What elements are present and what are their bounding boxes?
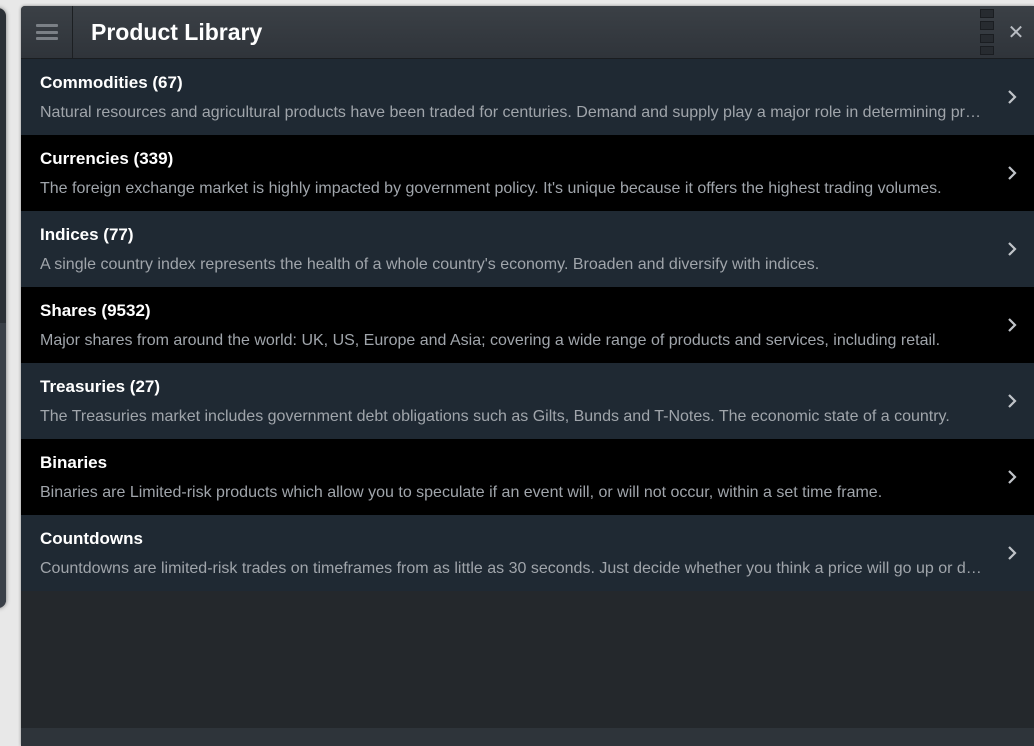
item-title: Binaries: [40, 453, 108, 472]
list-item-shares[interactable]: Shares (9532) Major shares from around t…: [21, 287, 1034, 363]
list-item-binaries[interactable]: Binaries Binaries are Limited-risk produ…: [21, 439, 1034, 515]
item-description: Binaries are Limited-risk products which…: [40, 484, 883, 501]
item-title: Shares (9532): [40, 301, 151, 320]
item-description: Countdowns are limited-risk trades on ti…: [40, 560, 984, 577]
chevron-right-icon: [1004, 391, 1020, 411]
item-description: Major shares from around the world: UK, …: [40, 332, 941, 349]
list-item-countdowns[interactable]: Countdowns Countdowns are limited-risk t…: [21, 515, 1034, 591]
close-icon: ✕: [1007, 21, 1025, 44]
list-item-currencies[interactable]: Currencies (339) The foreign exchange ma…: [21, 135, 1034, 211]
item-title: Commodities (67): [40, 73, 183, 92]
item-title: Currencies (339): [40, 149, 174, 168]
item-description: The Treasuries market includes governmen…: [40, 408, 950, 425]
title-bar: Product Library ✕: [21, 6, 1034, 59]
list-item-indices[interactable]: Indices (77) A single country index repr…: [21, 211, 1034, 287]
product-list: Commodities (67) Natural resources and a…: [21, 59, 1034, 591]
panel-title: Product Library: [91, 18, 263, 45]
chevron-right-icon: [1004, 163, 1020, 183]
background-window-stripe: [0, 323, 6, 608]
item-title: Treasuries (27): [40, 377, 161, 396]
list-item-treasuries[interactable]: Treasuries (27) The Treasuries market in…: [21, 363, 1034, 439]
product-library-panel: Product Library ✕ Commodities (67) Natur…: [21, 6, 1034, 746]
resize-grip-icon[interactable]: [980, 9, 994, 55]
chevron-right-icon: [1004, 239, 1020, 259]
item-title: Indices (77): [40, 225, 134, 244]
chevron-right-icon: [1004, 467, 1020, 487]
close-button[interactable]: ✕: [998, 6, 1034, 58]
list-item-commodities[interactable]: Commodities (67) Natural resources and a…: [21, 59, 1034, 135]
chevron-right-icon: [1004, 87, 1020, 107]
item-description: Natural resources and agricultural produ…: [40, 104, 984, 121]
hamburger-icon: [35, 24, 58, 40]
panel-footer: [21, 728, 1034, 746]
item-description: A single country index represents the he…: [40, 256, 820, 273]
chevron-right-icon: [1004, 315, 1020, 335]
chevron-right-icon: [1004, 543, 1020, 563]
item-title: Countdowns: [40, 529, 143, 548]
item-description: The foreign exchange market is highly im…: [40, 180, 942, 197]
background-window: [0, 8, 6, 608]
menu-button[interactable]: [21, 6, 73, 58]
